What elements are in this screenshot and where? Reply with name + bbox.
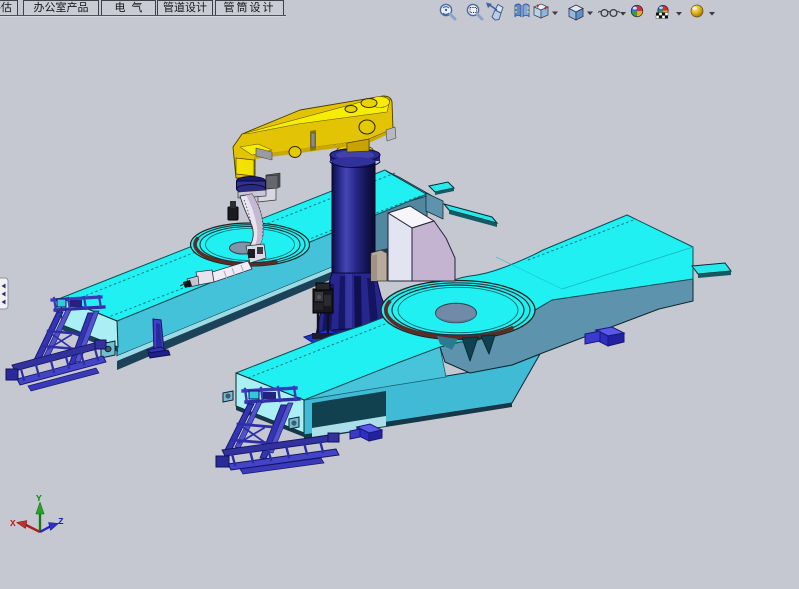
svg-text:Y: Y	[36, 493, 42, 504]
svg-text:Z: Z	[58, 516, 64, 527]
svg-text:X: X	[10, 518, 16, 529]
